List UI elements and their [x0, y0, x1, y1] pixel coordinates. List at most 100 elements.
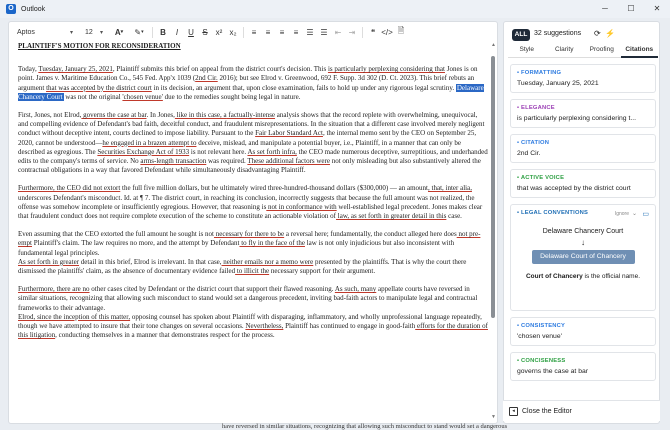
font-family-value: Aptos	[17, 28, 35, 36]
flagged-phrase[interactable]: he engaged in a brazen attempt to	[102, 139, 196, 147]
suggestion-card-legal-conventions[interactable]: • LEGAL CONVENTIONS Ignore ⌄ ▭ Delaware …	[510, 204, 656, 311]
maximize-button[interactable]: ☐	[618, 0, 644, 18]
chevron-down-icon[interactable]: ⌄	[632, 210, 637, 217]
flagged-phrase[interactable]: These additional factors were	[247, 157, 330, 165]
paragraph-2: First, Jones, not Elrod, governs the cas…	[18, 111, 488, 175]
flagged-phrase[interactable]: not in conformance with	[266, 203, 337, 211]
scroll-up-icon[interactable]: ▲	[490, 42, 497, 48]
tab-citations[interactable]: Citations	[620, 44, 658, 58]
subscript-button[interactable]: x₂	[226, 25, 240, 39]
suggestion-card-citation[interactable]: • CITATION 2nd Cir.	[510, 134, 656, 163]
italic-button[interactable]: I	[170, 25, 184, 39]
outdent-button[interactable]: ⇤	[331, 25, 345, 39]
tab-proofing[interactable]: Proofing	[583, 44, 621, 58]
flagged-phrase[interactable]: law, as set forth in greater detail in t…	[336, 212, 447, 220]
suggestion-card-conciseness[interactable]: • CONCISENESS governs the case at bar	[510, 352, 656, 381]
flagged-consistency[interactable]: 'chosen venue'	[122, 93, 162, 101]
strikethrough-button[interactable]: S	[198, 25, 212, 39]
flagged-active-voice[interactable]: that was accepted by the district court	[46, 84, 152, 92]
flagged-phrase[interactable]: , that, inter alia,	[428, 184, 472, 192]
minimize-button[interactable]: ─	[592, 0, 618, 18]
flagged-phrase[interactable]: As such, many	[335, 285, 376, 293]
bullet-list-button[interactable]: ☰	[317, 25, 331, 39]
flagged-conciseness[interactable]: governs the case at bar	[81, 111, 146, 119]
arrow-down-icon: ↓	[581, 238, 585, 247]
all-filter-button[interactable]: ALL	[512, 29, 530, 41]
suggestion-card-elegance[interactable]: • ELEGANCE is particularly perplexing co…	[510, 99, 656, 128]
close-editor-button[interactable]: ◂ Close the Editor	[503, 400, 660, 421]
flagged-phrase[interactable]: like in this case, a	[175, 111, 227, 119]
tab-clarity[interactable]: Clarity	[545, 44, 583, 58]
underline-button[interactable]: U	[184, 25, 198, 39]
card-text: Tuesday, January 25, 2021	[517, 80, 599, 87]
replace-suggestion-button[interactable]: Delaware Court of Chancery	[531, 250, 635, 264]
flagged-phrase[interactable]: since the inception of this matter,	[35, 313, 130, 321]
justify-button[interactable]: ≡	[289, 25, 303, 39]
flagged-phrase[interactable]: to illicit the	[235, 267, 269, 275]
align-right-button[interactable]: ≡	[275, 25, 289, 39]
chevron-down-icon: ▾	[69, 29, 73, 36]
chevron-down-icon: ▾	[141, 29, 144, 35]
font-size-value: 12	[85, 28, 93, 36]
flagged-phrase[interactable]: factually-intense	[227, 111, 275, 119]
indent-button[interactable]: ⇥	[345, 25, 359, 39]
code-button[interactable]: </>	[380, 25, 394, 39]
bold-button[interactable]: B	[156, 25, 170, 39]
flagged-phrase[interactable]: As set forth infra,	[247, 148, 296, 156]
card-category: • FORMATTING	[517, 70, 562, 76]
close-editor-label: Close the Editor	[522, 407, 572, 415]
highlight-button[interactable]: ✎ ▾	[129, 25, 149, 39]
flagged-citation[interactable]: 2nd Cir.	[195, 74, 218, 82]
refresh-icon[interactable]: ⟳	[594, 29, 601, 38]
paragraph-5: Furthermore, there are no other cases ci…	[18, 285, 488, 340]
superscript-button[interactable]: x²	[212, 25, 226, 39]
explanation-term: Court of Chancery	[525, 273, 583, 280]
suggestion-card-formatting[interactable]: • FORMATTING Tuesday, January 25, 2021	[510, 64, 656, 93]
flagged-phrase[interactable]: As set forth in greater	[18, 258, 79, 266]
flagged-phrase[interactable]: arms-length transaction	[140, 157, 206, 165]
flagged-phrase[interactable]: Furthermore, the CEO did not extort	[18, 184, 120, 192]
flagged-elegance[interactable]: is particularly perplexing considering t…	[328, 65, 445, 73]
bolt-icon[interactable]: ⚡	[605, 29, 615, 38]
tab-style[interactable]: Style	[508, 44, 546, 58]
font-family-select[interactable]: Aptos ▾	[13, 26, 77, 39]
paragraph-1: Today, Tuesday, January 25, 2021, Plaint…	[18, 65, 488, 102]
suggestion-card-active-voice[interactable]: • ACTIVE VOICE that was accepted by the …	[510, 169, 656, 198]
clear-format-button[interactable]: 🗎	[394, 25, 408, 39]
suggestion-tabs: Style Clarity Proofing Citations	[508, 44, 658, 58]
flagged-phrase[interactable]: to fly in the face of the	[239, 239, 305, 247]
align-center-button[interactable]: ≡	[261, 25, 275, 39]
close-window-button[interactable]: ✕	[644, 0, 670, 18]
flagged-phrase[interactable]: Furthermore, there are no	[18, 285, 90, 293]
card-category: • CONSISTENCY	[517, 323, 566, 329]
align-left-button[interactable]: ≡	[247, 25, 261, 39]
flagged-phrase[interactable]: necessary for there to be	[214, 230, 284, 238]
text-run: Plaintiff has continued to engage in goo…	[283, 322, 416, 331]
font-color-button[interactable]: A ▾	[109, 25, 129, 39]
scroll-down-icon[interactable]: ▼	[490, 414, 497, 420]
panel-header: ALL 32 suggestions ⟳ ⚡ Style Clarity Pro…	[504, 22, 659, 58]
suggestion-card-consistency[interactable]: • CONSISTENCY 'chosen venue'	[510, 317, 656, 346]
flagged-phrase[interactable]: Fair Labor Standard Act	[255, 129, 323, 137]
text-run: other cases cited by Defendant or the di…	[89, 285, 335, 294]
card-text: is particularly perplexing considering t…	[517, 115, 637, 122]
flagged-formatting[interactable]: Tuesday, January 25, 2021	[38, 65, 113, 73]
quote-button[interactable]: ❝	[366, 25, 380, 39]
editor-scrollbar[interactable]: ▲ ▼	[490, 42, 497, 422]
scrollbar-thumb[interactable]	[491, 56, 495, 318]
text-run: due to the remedies sought being legal i…	[162, 92, 301, 101]
formatting-toolbar: Aptos ▾ 12 ▾ A ▾ ✎ ▾ B I U S x² x₂ ≡ ≡ ≡ ≡…	[9, 22, 497, 42]
numbered-list-button[interactable]: ☰	[303, 25, 317, 39]
card-text: 'chosen venue'	[517, 333, 562, 340]
flagged-phrase[interactable]: neither emails nor a memo were	[222, 258, 313, 266]
flagged-phrase[interactable]: Elrod,	[18, 313, 35, 321]
paragraph-4: Even assuming that the CEO extorted the …	[18, 230, 488, 276]
highlight-icon: ✎	[134, 27, 142, 37]
ignore-button[interactable]: Ignore	[615, 211, 629, 217]
font-size-select[interactable]: 12 ▾	[81, 26, 107, 39]
suggestions-panel: ALL 32 suggestions ⟳ ⚡ Style Clarity Pro…	[503, 21, 660, 424]
flagged-phrase[interactable]: Nevertheless,	[245, 322, 283, 330]
comment-icon[interactable]: ▭	[642, 210, 649, 218]
flagged-phrase[interactable]: Securities Exchange Act of 1933	[97, 148, 189, 156]
document-body[interactable]: PLAINTIFF'S MOTION FOR RECONSIDERATION T…	[18, 42, 488, 349]
